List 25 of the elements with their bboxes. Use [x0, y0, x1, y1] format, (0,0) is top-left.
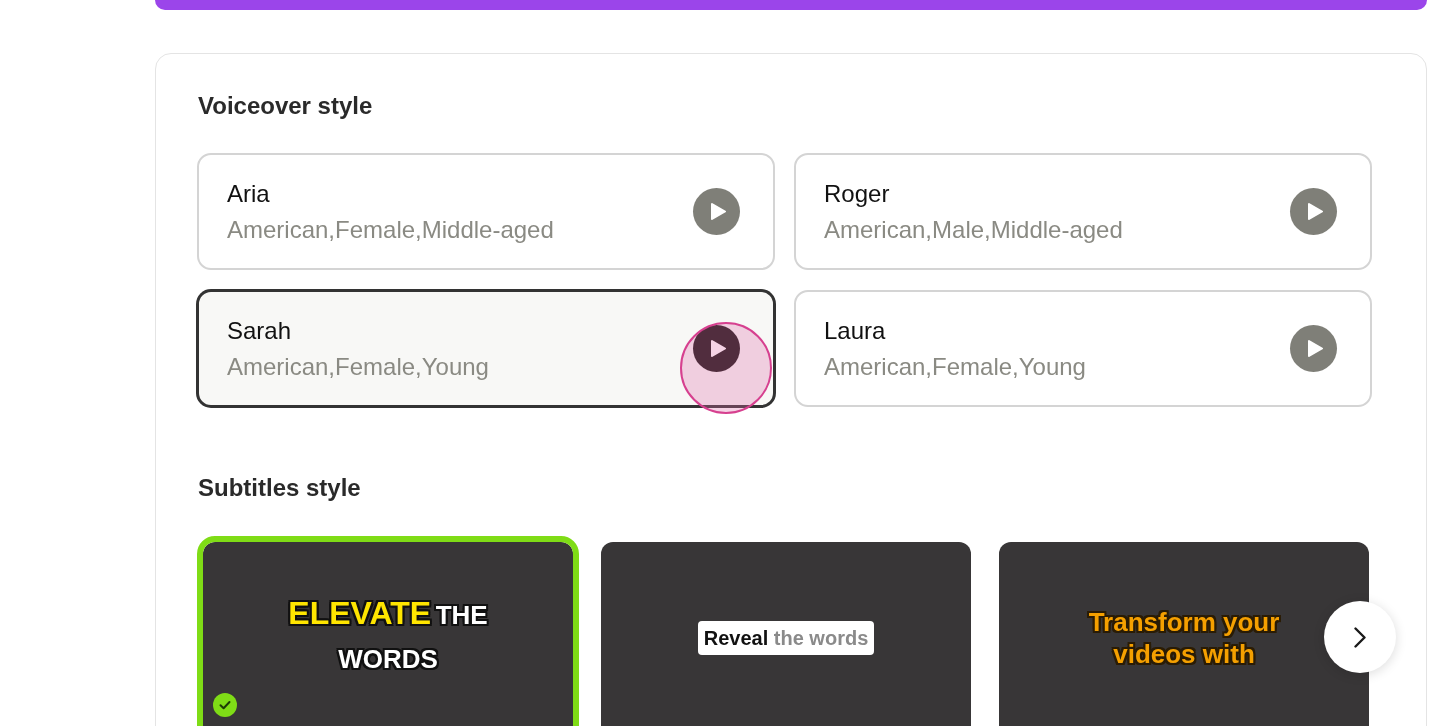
play-icon: [711, 340, 726, 357]
voice-name: Roger: [824, 178, 890, 209]
caption-text: Transform your videos with: [1087, 606, 1281, 670]
subtitle-style-card[interactable]: ELEVATE THE WORDS: [197, 536, 579, 726]
voice-name: Laura: [824, 315, 886, 346]
voice-card[interactable]: Roger American,Male,Middle-aged: [794, 153, 1372, 270]
play-button[interactable]: [693, 325, 740, 372]
section-title: Voiceover style: [198, 91, 373, 121]
voice-description: American,Male,Middle-aged: [824, 214, 1123, 245]
play-icon: [1308, 203, 1323, 220]
caption-text: Reveal the words: [697, 621, 875, 655]
section-title: Subtitles style: [198, 473, 361, 503]
voice-name: Aria: [227, 178, 270, 209]
voice-card[interactable]: Laura American,Female,Young: [794, 290, 1372, 407]
voice-description: American,Female,Young: [227, 351, 489, 382]
caption-text: ELEVATE THE WORDS: [287, 594, 489, 676]
chevron-right-icon: [1354, 626, 1366, 648]
voice-card[interactable]: Aria American,Female,Middle-aged: [197, 153, 775, 270]
voice-card[interactable]: Sarah American,Female,Young: [197, 290, 775, 407]
play-icon: [711, 203, 726, 220]
play-icon: [1308, 340, 1323, 357]
voice-description: American,Female,Middle-aged: [227, 214, 554, 245]
check-icon: [213, 693, 237, 717]
voice-description: American,Female,Young: [824, 351, 1086, 382]
voice-name: Sarah: [227, 315, 292, 346]
